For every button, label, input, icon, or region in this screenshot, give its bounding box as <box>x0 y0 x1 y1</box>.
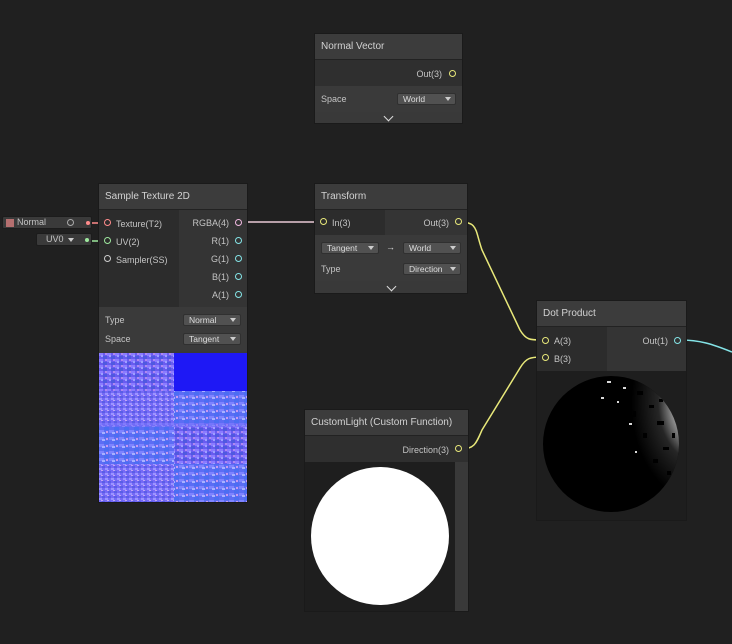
chevron-down-icon <box>445 97 451 101</box>
texture-property-chip[interactable]: Normal <box>2 216 92 229</box>
to-space-value: World <box>409 243 432 253</box>
dot-b-input-label: B(3) <box>554 354 572 364</box>
target-icon[interactable] <box>67 219 74 226</box>
type-dropdown-value: Normal <box>189 315 217 325</box>
transform-in-port[interactable] <box>320 218 327 225</box>
custom-function-node[interactable]: CustomLight (Custom Function) Direction(… <box>304 409 469 612</box>
normal-vector-out-label: Out(3) <box>416 69 442 79</box>
texture-out-port[interactable] <box>86 221 90 225</box>
r-output-port[interactable] <box>235 237 242 244</box>
edge-custom-to-dot-b[interactable] <box>460 356 543 450</box>
chevron-down-icon <box>450 246 456 250</box>
edge-dot-out[interactable] <box>679 339 732 353</box>
texture-color-swatch <box>6 219 14 227</box>
transform-node[interactable]: Transform In(3) Out(3) Tangent → World T… <box>314 183 468 294</box>
sampler-input-port[interactable] <box>104 255 111 262</box>
transform-type-value: Direction <box>409 264 443 274</box>
space-dropdown[interactable]: Tangent <box>183 333 241 345</box>
chevron-down-icon <box>450 267 456 271</box>
dot-product-preview <box>537 371 686 520</box>
transform-type-label: Type <box>321 264 341 274</box>
space-dropdown-value: World <box>403 94 426 104</box>
texture-property-name: Normal <box>17 217 47 227</box>
chevron-down-icon[interactable] <box>68 238 74 242</box>
uv-input-chip[interactable]: UV0 <box>36 233 92 246</box>
dot-out-label: Out(1) <box>642 336 668 346</box>
transform-in-label: In(3) <box>332 218 351 228</box>
direction-output-port[interactable] <box>455 445 462 452</box>
sample-texture-2d-node[interactable]: Sample Texture 2D Texture(T2) UV(2) Samp… <box>98 183 248 503</box>
uv-input-value: UV0 <box>46 234 64 244</box>
g-output-label: G(1) <box>211 254 229 264</box>
sampler-input-label: Sampler(SS) <box>116 255 168 265</box>
space-label: Space <box>321 94 347 104</box>
normal-vector-out-port[interactable] <box>449 70 456 77</box>
uv-input-port[interactable] <box>104 237 111 244</box>
arrow-right-icon: → <box>386 242 395 252</box>
normal-vector-node[interactable]: Normal Vector Out(3) Space World <box>314 33 463 124</box>
from-space-dropdown[interactable]: Tangent <box>321 242 379 254</box>
uv-input-label: UV(2) <box>116 237 140 247</box>
dot-a-input-port[interactable] <box>542 337 549 344</box>
rgba-output-label: RGBA(4) <box>192 218 229 228</box>
uv-out-port[interactable] <box>85 238 89 242</box>
type-dropdown[interactable]: Normal <box>183 314 241 326</box>
b-output-label: B(1) <box>211 272 229 282</box>
r-output-label: R(1) <box>211 236 230 246</box>
chevron-down-icon <box>230 318 236 322</box>
sample-texture-title[interactable]: Sample Texture 2D <box>99 184 247 210</box>
a-output-port[interactable] <box>235 291 242 298</box>
transform-title[interactable]: Transform <box>315 184 467 210</box>
normal-map-preview <box>99 353 247 502</box>
space-dropdown[interactable]: World <box>397 93 456 105</box>
to-space-dropdown[interactable]: World <box>403 242 461 254</box>
type-label: Type <box>105 315 125 325</box>
rgba-output-port[interactable] <box>235 219 242 226</box>
transform-type-dropdown[interactable]: Direction <box>403 263 461 275</box>
direction-output-label: Direction(3) <box>402 445 449 455</box>
from-space-value: Tangent <box>327 243 358 253</box>
normal-vector-title[interactable]: Normal Vector <box>315 34 462 60</box>
custom-function-title[interactable]: CustomLight (Custom Function) <box>305 410 468 436</box>
dot-product-output-area <box>607 327 686 371</box>
dot-out-port[interactable] <box>674 337 681 344</box>
custom-function-preview <box>305 462 455 611</box>
space-dropdown-value: Tangent <box>189 334 220 344</box>
white-sphere-preview <box>305 462 455 611</box>
dot-product-input-area <box>537 327 607 371</box>
transform-out-port[interactable] <box>455 218 462 225</box>
space-label: Space <box>105 334 131 344</box>
b-output-port[interactable] <box>235 273 242 280</box>
texture-input-port[interactable] <box>104 219 111 226</box>
transform-out-label: Out(3) <box>423 218 449 228</box>
chevron-down-icon <box>368 246 374 250</box>
expand-chevron-icon[interactable] <box>383 111 394 122</box>
dot-product-title[interactable]: Dot Product <box>537 301 686 327</box>
expand-chevron-icon[interactable] <box>386 281 397 292</box>
dot-product-node[interactable]: Dot Product A(3) B(3) Out(1) <box>536 300 687 521</box>
normal-map-image <box>99 353 247 502</box>
g-output-port[interactable] <box>235 255 242 262</box>
edge-transform-to-dot-a[interactable] <box>459 221 543 341</box>
dot-b-input-port[interactable] <box>542 354 549 361</box>
texture-input-label: Texture(T2) <box>116 219 163 229</box>
chevron-down-icon <box>230 337 236 341</box>
lit-sphere-preview <box>537 371 686 520</box>
dot-a-input-label: A(3) <box>554 336 572 346</box>
a-output-label: A(1) <box>211 290 229 300</box>
